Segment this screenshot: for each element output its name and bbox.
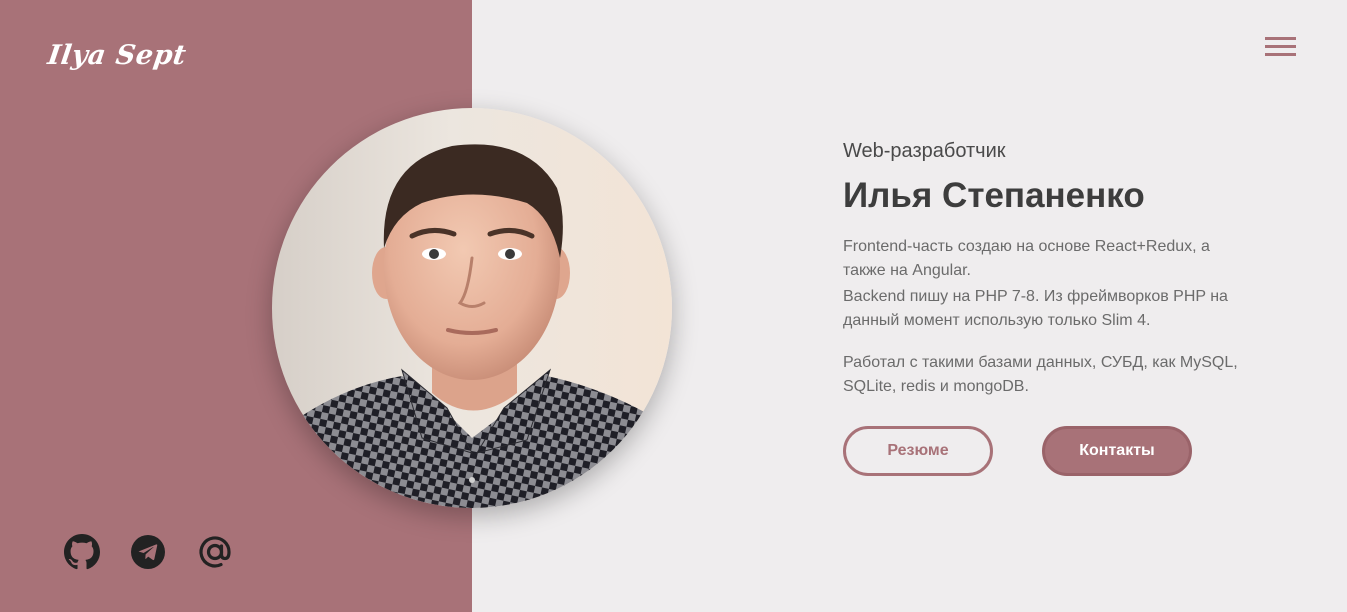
menu-bar bbox=[1265, 37, 1296, 40]
github-icon-svg bbox=[64, 534, 100, 570]
menu-bar bbox=[1265, 53, 1296, 56]
frontend-description: Frontend-часть создаю на основе React+Re… bbox=[843, 238, 1210, 279]
page-title: Илья Степаненко bbox=[843, 176, 1145, 215]
menu-bar bbox=[1265, 45, 1296, 48]
logo[interactable]: Ilya Sept bbox=[46, 40, 188, 71]
resume-button[interactable]: Резюме bbox=[843, 426, 993, 476]
page: Ilya Sept Web-разработчик Илья Степаненк… bbox=[0, 0, 1347, 612]
databases-description: Работал с такими базами данных, СУБД, ка… bbox=[843, 354, 1238, 395]
telegram-icon[interactable] bbox=[130, 534, 166, 570]
github-icon[interactable] bbox=[64, 534, 100, 570]
avatar-photo bbox=[272, 108, 672, 508]
contacts-button[interactable]: Контакты bbox=[1042, 426, 1192, 476]
telegram-icon-svg bbox=[131, 535, 165, 569]
hamburger-menu-icon[interactable] bbox=[1265, 37, 1297, 59]
email-at-icon-svg bbox=[199, 536, 231, 568]
email-at-icon[interactable] bbox=[197, 534, 233, 570]
subtitle: Web-разработчик bbox=[843, 140, 1006, 162]
avatar bbox=[272, 108, 672, 508]
backend-description: Backend пишу на PHP 7-8. Из фреймворков … bbox=[843, 288, 1228, 329]
hero-section: Web-разработчик Илья Степаненко Frontend… bbox=[843, 138, 1263, 399]
